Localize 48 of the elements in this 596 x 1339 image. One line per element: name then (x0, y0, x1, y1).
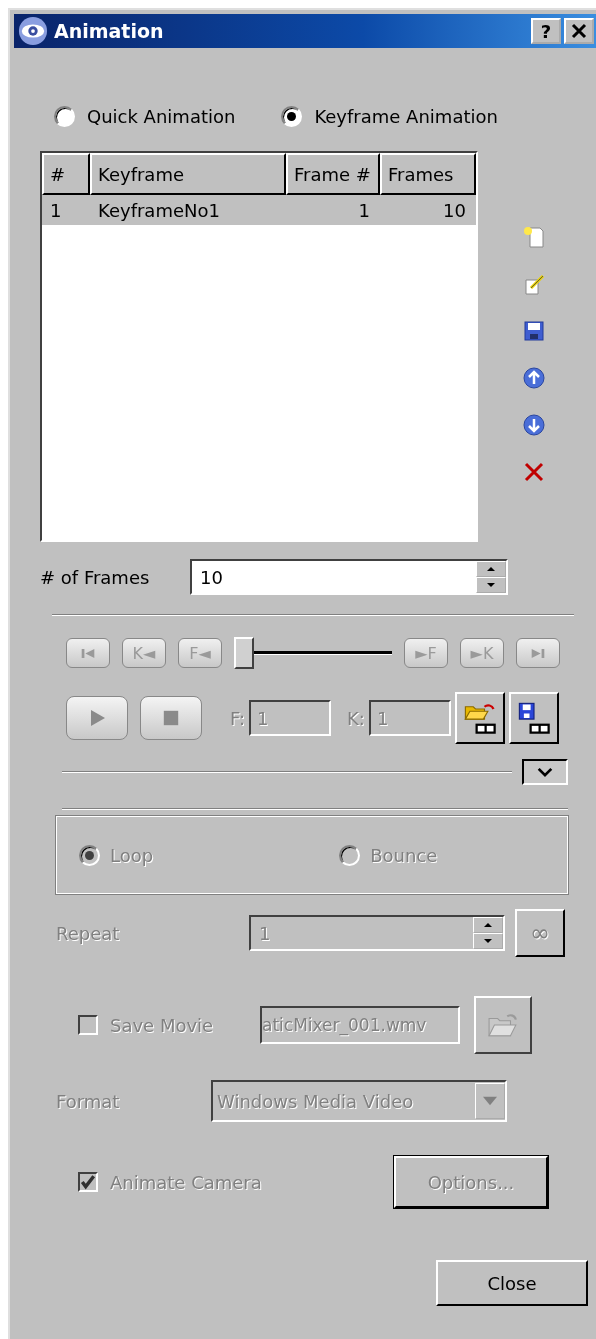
spin-up-icon[interactable] (486, 566, 496, 572)
column-header[interactable]: Frames (380, 153, 476, 195)
delete-icon[interactable] (522, 460, 546, 484)
spin-down-icon[interactable] (483, 938, 493, 944)
arrow-up-icon[interactable] (522, 366, 546, 390)
skip-end-icon (529, 646, 547, 660)
chevron-down-icon (536, 766, 554, 778)
animate-camera-label: Animate Camera (110, 1171, 262, 1193)
window-title: Animation (54, 20, 164, 42)
table-row[interactable]: 1 KeyframeNo1 1 10 (42, 195, 476, 225)
column-header[interactable]: Keyframe (90, 153, 286, 195)
spin-down-icon[interactable] (486, 582, 496, 588)
expand-button[interactable] (522, 759, 568, 785)
frames-field[interactable]: 10 (190, 559, 508, 595)
arrow-down-icon[interactable] (522, 413, 546, 437)
stop-icon (162, 709, 180, 727)
close-dialog-button[interactable]: Close (436, 1260, 588, 1306)
frames-label: # of Frames (40, 566, 151, 588)
frame-slider[interactable] (234, 637, 392, 669)
browse-button[interactable] (474, 996, 532, 1054)
repeat-label: Repeat (56, 922, 121, 944)
mode-radio[interactable]: Quick Animation (54, 96, 236, 136)
transport-button[interactable] (66, 638, 110, 668)
table-cell-text: 1 (357, 199, 371, 221)
frame-label: F: (230, 707, 246, 729)
table-cell-text: 1 (49, 199, 63, 221)
eye-icon (18, 16, 48, 46)
column-header[interactable]: # (42, 153, 90, 195)
save-sequence-button[interactable] (508, 692, 559, 744)
close-button[interactable] (564, 18, 594, 44)
stop-button[interactable] (140, 696, 202, 740)
column-header[interactable]: Frame # (286, 153, 380, 195)
key-label: K: (347, 707, 365, 729)
format-label: Format (56, 1090, 121, 1112)
skip-start-icon (79, 646, 97, 660)
edit-page-icon[interactable] (522, 272, 546, 296)
table-cell-text: 10 (442, 199, 467, 221)
mode-radio[interactable]: Keyframe Animation (281, 96, 498, 136)
spin-up-icon[interactable] (483, 922, 493, 928)
help-button[interactable]: ? (531, 18, 561, 44)
save-movie-label: Save Movie (110, 1014, 215, 1036)
transport-button[interactable] (516, 638, 560, 668)
table-cell-text: KeyframeNo1 (97, 199, 221, 221)
close-icon (569, 21, 589, 41)
radio-button[interactable] (54, 105, 75, 127)
save-icon[interactable] (522, 319, 546, 343)
open-sequence-button[interactable] (454, 692, 505, 744)
radio-button[interactable] (281, 105, 303, 127)
